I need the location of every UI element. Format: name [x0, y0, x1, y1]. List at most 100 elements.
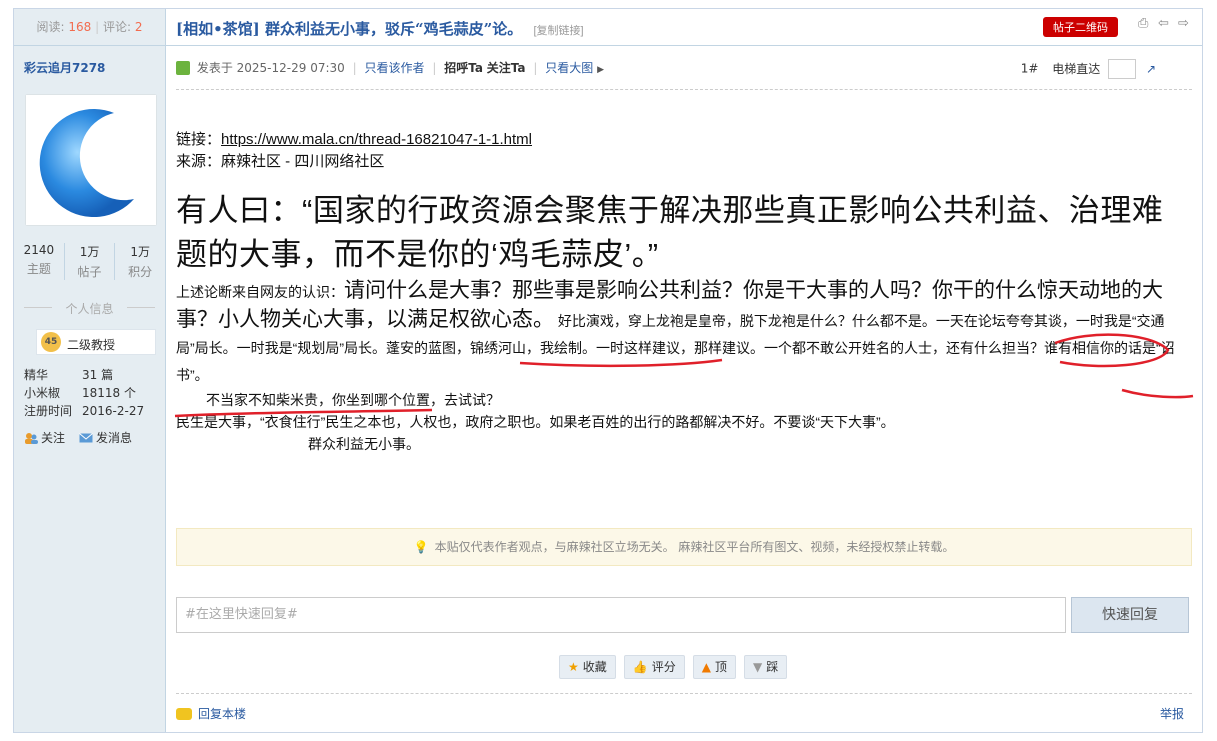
floor-nav: 1# 电梯直达 ↗: [1021, 59, 1156, 79]
post-frame: 阅读: 168 | 评论: 2 彩云追月7278 2140 主题 1万 帖子 1…: [13, 8, 1203, 733]
users-icon: [25, 433, 38, 444]
report-link[interactable]: 举报: [1160, 705, 1184, 722]
print-icon[interactable]: ⎙: [1138, 17, 1152, 31]
thread-title: [相如•茶馆] 群众利益无小事，驳斥“鸡毛蒜皮”论。 [复制链接]: [176, 18, 584, 39]
paragraph-line: 不当家不知柴米贵，你坐到哪个位置，去试试？: [206, 392, 500, 408]
rank-title: 二级教授: [67, 338, 116, 352]
arrow-down-icon: ▼: [753, 660, 763, 674]
stat-value: 1万: [79, 245, 100, 259]
post-main: [相如•茶馆] 群众利益无小事，驳斥“鸡毛蒜皮”论。 [复制链接] 帖子二维码 …: [166, 9, 1202, 732]
big-image-link[interactable]: 只看大图: [545, 61, 593, 75]
title-tools: ⎙ ⇦ ⇨: [1138, 17, 1192, 31]
user-info: 精华 31 篇 小米椒 18118 个 注册时间 2016-2-27: [24, 366, 144, 420]
stat-value: 2140: [23, 243, 55, 257]
floor-jump-input[interactable]: [1108, 59, 1137, 79]
stat-points[interactable]: 1万 积分: [115, 243, 165, 280]
greet-link[interactable]: 招呼Ta: [444, 61, 483, 75]
copyright-notice: 💡 本贴仅代表作者观点，与麻辣社区立场无关。 麻辣社区平台所有图文、视频，未经授权…: [176, 528, 1192, 566]
author-sidebar: 阅读: 168 | 评论: 2 彩云追月7278 2140 主题 1万 帖子 1…: [14, 9, 166, 732]
author-name[interactable]: 彩云追月7278: [24, 59, 105, 76]
rank-badge: 45 二级教授: [36, 329, 156, 355]
collect-label: 收藏: [582, 660, 607, 674]
quick-reply-button[interactable]: 快速回复: [1071, 597, 1189, 633]
notice-text: 本贴仅代表作者观点，与麻辣社区立场无关。 麻辣社区平台所有图文、视频，未经授权禁…: [434, 540, 955, 554]
follow-link[interactable]: 关注Ta: [487, 61, 526, 75]
stat-label: 积分: [128, 265, 153, 279]
divider: [176, 693, 1192, 694]
follow-author-button[interactable]: 关注: [24, 429, 65, 446]
comment-icon: [176, 708, 192, 720]
post-headline: 有人曰：“国家的行政资源会聚焦于解决那些真正影响公共利益、治理难题的大事，而不是…: [176, 193, 1164, 272]
info-row: 精华 31 篇: [24, 366, 144, 384]
rate-button[interactable]: 👍 评分: [623, 655, 685, 679]
info-key: 小米椒: [24, 386, 61, 400]
jump-arrow-icon[interactable]: ↗: [1146, 62, 1156, 76]
avatar[interactable]: [26, 95, 156, 225]
reply-floor-button[interactable]: 回复本楼: [176, 707, 246, 721]
quick-reply-input[interactable]: #在这里快速回复#: [176, 597, 1066, 633]
stat-posts[interactable]: 1万 帖子: [65, 243, 116, 280]
envelope-icon: [79, 433, 93, 443]
info-value: 31 篇: [82, 368, 114, 382]
post-content: 链接：https://www.mala.cn/thread-16821047-1…: [176, 129, 1192, 455]
elevator-label: 电梯直达: [1052, 61, 1101, 76]
floor-number: 1#: [1020, 61, 1039, 76]
upvote-label: 顶: [714, 660, 727, 674]
follow-label: 关注: [41, 431, 66, 445]
arrow-up-icon: ▲: [701, 660, 711, 674]
post-date: 发表于 2025-12-29 07:30: [196, 61, 345, 75]
info-key: 注册时间: [24, 404, 73, 418]
info-value: 2016-2-27: [82, 404, 145, 418]
next-thread-icon[interactable]: ⇨: [1178, 17, 1192, 31]
link-label: 链接：: [176, 131, 222, 148]
views-label: 阅读:: [36, 20, 65, 34]
lightbulb-icon: 💡: [413, 540, 429, 554]
views-count: 168: [68, 20, 92, 34]
section-title-personal-info: 个人信息: [24, 300, 155, 317]
thread-title-text: [相如•茶馆] 群众利益无小事，驳斥“鸡毛蒜皮”论。: [176, 20, 523, 38]
previous-thread-icon[interactable]: ⇦: [1158, 17, 1172, 31]
rank-level-icon: 45: [41, 332, 61, 352]
post-meta: 发表于 2025-12-29 07:30 | 只看该作者 | 招呼Ta 关注Ta…: [176, 59, 1192, 79]
stat-label: 帖子: [77, 265, 102, 279]
stat-value: 1万: [130, 245, 150, 259]
paragraph-line: 群众利益无小事。: [308, 436, 420, 452]
moon-icon: [39, 109, 134, 218]
rate-label: 评分: [651, 660, 676, 674]
user-stats: 2140 主题 1万 帖子 1万 积分: [14, 243, 165, 280]
downvote-button[interactable]: ▼ 踩: [744, 655, 788, 679]
info-value: 18118 个: [82, 386, 136, 400]
thumb-icon: 👍: [632, 660, 648, 674]
source-url-link[interactable]: https://www.mala.cn/thread-16821047-1-1.…: [221, 131, 532, 148]
downvote-label: 踩: [766, 660, 779, 674]
paragraph-intro: 上述论断来自网友的认识：: [176, 284, 344, 300]
only-author-link[interactable]: 只看该作者: [364, 61, 424, 75]
post-paragraph: 上述论断来自网友的认识：请问什么是大事？那些事是影响公共利益？你是干大事的人吗？…: [176, 277, 1192, 389]
info-row: 注册时间 2016-2-27: [24, 402, 144, 420]
caret-right-icon: ▶: [597, 65, 604, 75]
info-row: 小米椒 18118 个: [24, 384, 144, 402]
stat-topics[interactable]: 2140 主题: [14, 243, 65, 280]
replies-count: 2: [134, 20, 143, 34]
post-footer: 回复本楼 举报: [176, 705, 1192, 722]
message-label: 发消息: [96, 431, 133, 445]
stat-label: 主题: [26, 262, 51, 276]
info-key: 精华: [24, 368, 49, 382]
post-action-buttons: ★ 收藏 👍 评分 ▲ 顶 ▼ 踩: [559, 655, 788, 679]
copy-link-button[interactable]: [复制链接]: [534, 25, 584, 37]
send-message-button[interactable]: 发消息: [79, 429, 132, 446]
star-icon: ★: [568, 660, 579, 674]
paragraph-line: 民生是大事，“衣食住行”民生之本也，人权也，政府之职也。如果老百姓的出行的路都解…: [176, 414, 895, 430]
online-status-icon: [176, 61, 190, 75]
upvote-button[interactable]: ▲ 顶: [692, 655, 736, 679]
collect-button[interactable]: ★ 收藏: [559, 655, 616, 679]
source-link-line: 链接：https://www.mala.cn/thread-16821047-1…: [176, 129, 1192, 151]
qr-code-button[interactable]: 帖子二维码: [1043, 17, 1118, 37]
replies-label: 评论:: [102, 20, 132, 34]
thread-stats: 阅读: 168 | 评论: 2: [14, 9, 165, 46]
author-actions: 关注 发消息: [24, 429, 132, 446]
source-line: 来源：麻辣社区 - 四川网络社区: [176, 153, 385, 170]
thread-title-bar: [相如•茶馆] 群众利益无小事，驳斥“鸡毛蒜皮”论。 [复制链接] 帖子二维码 …: [166, 9, 1202, 46]
reply-floor-label: 回复本楼: [198, 707, 247, 721]
divider: [176, 89, 1192, 90]
